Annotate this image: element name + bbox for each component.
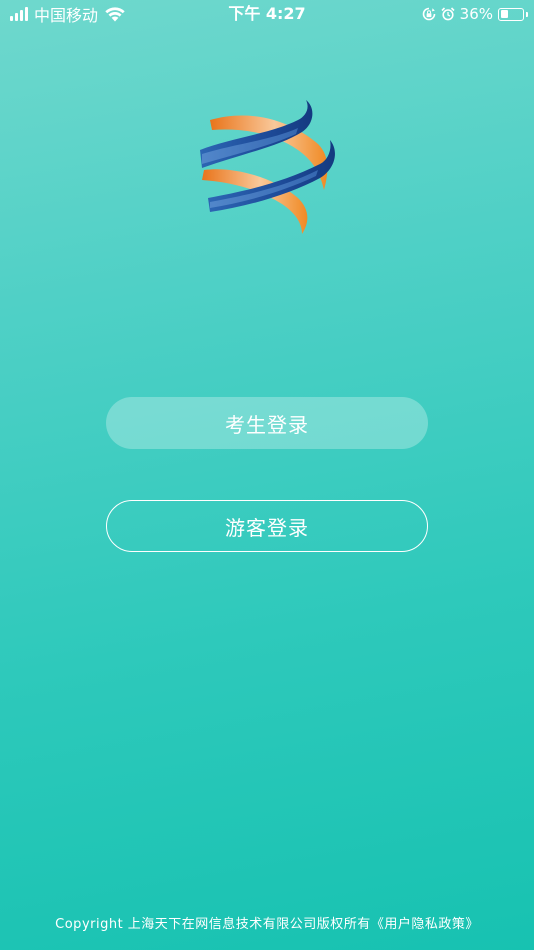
status-bar-right: 36% xyxy=(422,4,528,24)
guest-login-button[interactable]: 游客登录 xyxy=(106,500,428,552)
battery-percent: 36% xyxy=(459,5,493,23)
copyright-text: Copyright 上海天下在网信息技术有限公司版权所有 xyxy=(55,917,371,932)
orientation-lock-icon xyxy=(422,7,435,21)
student-login-button[interactable]: 考生登录 xyxy=(106,397,428,449)
footer: Copyright 上海天下在网信息技术有限公司版权所有《用户隐私政策》 xyxy=(0,913,534,932)
alarm-icon xyxy=(441,7,455,21)
app-logo xyxy=(200,100,335,234)
privacy-policy-link[interactable]: 《用户隐私政策》 xyxy=(371,917,479,932)
battery-icon xyxy=(498,7,528,21)
status-bar: 中国移动 下午 4:27 36% xyxy=(0,0,534,28)
